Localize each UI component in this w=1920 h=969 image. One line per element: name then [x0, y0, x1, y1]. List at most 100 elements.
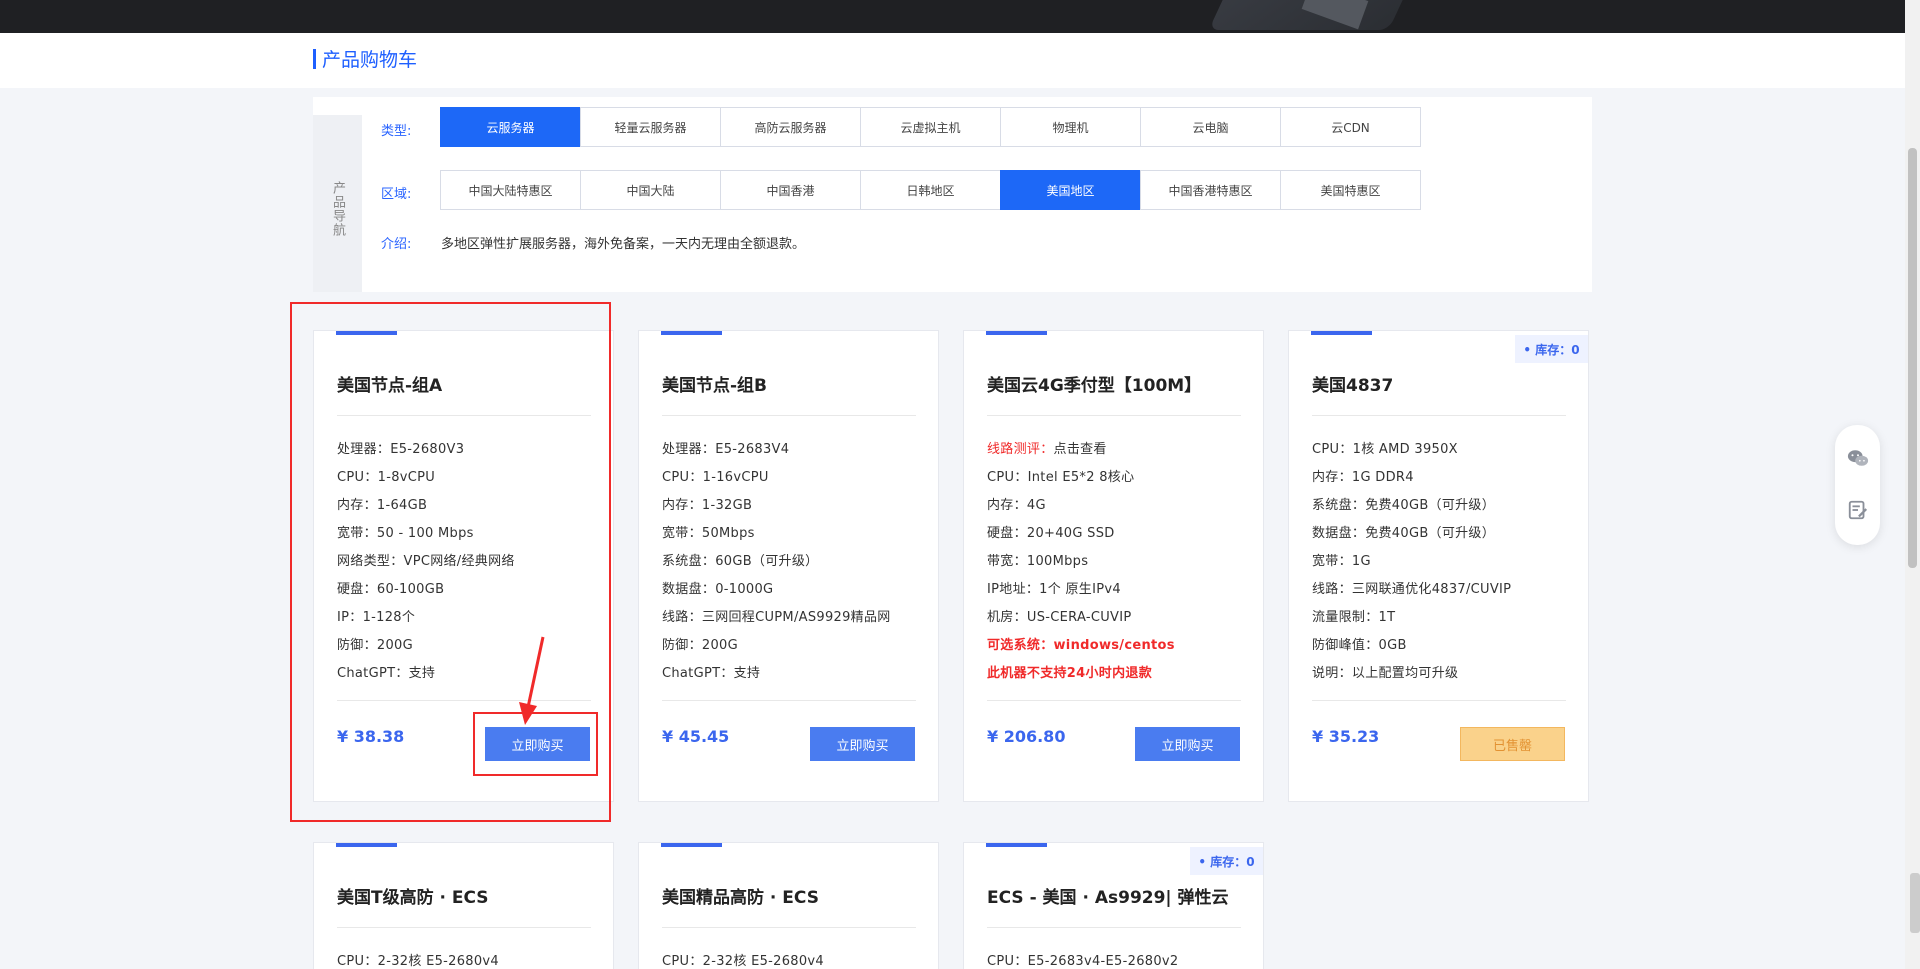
divider: [337, 927, 591, 928]
type-option[interactable]: 物理机: [1000, 107, 1141, 147]
divider: [987, 700, 1241, 701]
buy-now-button[interactable]: 立即购买: [485, 727, 590, 761]
spec-item: 网络类型：VPC网络/经典网络: [337, 554, 515, 569]
buy-now-button[interactable]: 立即购买: [1135, 727, 1240, 761]
spec-item: ChatGPT：支持: [662, 666, 761, 681]
spec-item: 流量限制：1T: [1312, 610, 1396, 625]
spec-item: CPU：1核 AMD 3950X: [1312, 442, 1458, 457]
spec-list: CPU：E5-2683v4-E5-2680v2: [987, 948, 1178, 969]
spec-item: CPU：1-8vCPU: [337, 470, 436, 485]
type-option[interactable]: 轻量云服务器: [580, 107, 721, 147]
spec-item: 系统盘：60GB（可升级）: [662, 554, 819, 569]
product-card: 美国节点-组A 处理器：E5-2680V3 CPU：1-8vCPU 内存：1-6…: [313, 330, 614, 802]
type-option[interactable]: 云虚拟主机: [860, 107, 1001, 147]
region-option[interactable]: 中国香港: [720, 170, 861, 210]
page-title: 产品购物车: [322, 49, 418, 71]
product-title: 美国4837: [1312, 376, 1394, 396]
card-accent-bar: [661, 843, 722, 847]
spec-list: 处理器：E5-2683V4 CPU：1-16vCPU 内存：1-32GB 宽带：…: [662, 436, 891, 688]
buy-now-button[interactable]: 立即购买: [810, 727, 915, 761]
divider: [662, 415, 916, 416]
spec-item: 系统盘：免费40GB（可升级）: [1312, 498, 1496, 513]
spec-item: CPU：1-16vCPU: [662, 470, 769, 485]
product-title: 美国精品高防 · ECS: [662, 888, 819, 908]
product-card: 美国节点-组B 处理器：E5-2683V4 CPU：1-16vCPU 内存：1-…: [638, 330, 939, 802]
spec-list: CPU：2-32核 E5-2680v4: [337, 948, 499, 969]
product-card: 美国T级高防 · ECS CPU：2-32核 E5-2680v4: [313, 842, 614, 969]
scrollbar-thumb[interactable]: [1908, 148, 1917, 568]
spec-item: CPU：2-32核 E5-2680v4: [662, 954, 824, 969]
region-options: 中国大陆特惠区 中国大陆 中国香港 日韩地区 美国地区 中国香港特惠区 美国特惠…: [440, 170, 1421, 210]
spec-list: CPU：1核 AMD 3950X 内存：1G DDR4 系统盘：免费40GB（可…: [1312, 436, 1511, 688]
divider: [662, 700, 916, 701]
type-option[interactable]: 云服务器: [440, 107, 581, 147]
spec-item: 防御峰值：0GB: [1312, 638, 1407, 653]
spec-item: 内存：1-64GB: [337, 498, 428, 513]
view-link[interactable]: 点击查看: [1054, 442, 1107, 457]
spec-item: 处理器：E5-2680V3: [337, 442, 465, 457]
spec-item-warning: 此机器不支持24小时内退款: [987, 666, 1152, 681]
divider: [662, 927, 916, 928]
type-options: 云服务器 轻量云服务器 高防云服务器 云虚拟主机 物理机 云电脑 云CDN: [440, 107, 1421, 147]
spec-item: 带宽：100Mbps: [987, 554, 1089, 569]
spec-item: 内存：4G: [987, 498, 1046, 513]
region-option[interactable]: 美国地区: [1000, 170, 1141, 210]
top-header-bar: [0, 0, 1905, 33]
side-handle[interactable]: [1910, 873, 1920, 933]
card-accent-bar: [986, 331, 1047, 335]
divider: [1312, 415, 1566, 416]
region-option[interactable]: 美国特惠区: [1280, 170, 1421, 210]
region-option[interactable]: 中国香港特惠区: [1140, 170, 1281, 210]
product-card: • 库存：0 美国4837 CPU：1核 AMD 3950X 内存：1G DDR…: [1288, 330, 1589, 802]
spec-item: 机房：US-CERA-CUVIP: [987, 610, 1132, 625]
type-option[interactable]: 高防云服务器: [720, 107, 861, 147]
divider: [1312, 700, 1566, 701]
title-marker: [313, 49, 316, 69]
type-option[interactable]: 云电脑: [1140, 107, 1281, 147]
product-card: 美国精品高防 · ECS CPU：2-32核 E5-2680v4: [638, 842, 939, 969]
product-title: ECS - 美国 · As9929| 弹性云: [987, 888, 1229, 908]
annotation-arrow-icon: [519, 636, 545, 725]
spec-item: CPU：2-32核 E5-2680v4: [337, 954, 499, 969]
spec-list: 线路测评：点击查看 CPU：Intel E5*2 8核心 内存：4G 硬盘：20…: [987, 436, 1175, 688]
card-accent-bar: [336, 843, 397, 847]
stock-badge: • 库存：0: [1515, 335, 1588, 363]
divider: [337, 415, 591, 416]
page-scrollbar[interactable]: [1905, 0, 1920, 969]
spec-item: 防御：200G: [662, 638, 738, 653]
spec-item: 宽带：50Mbps: [662, 526, 755, 541]
region-option[interactable]: 中国大陆特惠区: [440, 170, 581, 210]
type-label: 类型:: [381, 124, 412, 139]
region-option[interactable]: 中国大陆: [580, 170, 721, 210]
spec-list: CPU：2-32核 E5-2680v4: [662, 948, 824, 969]
product-nav-panel: 产品导航 类型: 云服务器 轻量云服务器 高防云服务器 云虚拟主机 物理机 云电…: [313, 97, 1592, 292]
spec-item: 线路：三网联通优化4837/CUVIP: [1312, 582, 1512, 597]
spec-item: 硬盘：20+40G SSD: [987, 526, 1115, 541]
spec-item: 防御：200G: [337, 638, 413, 653]
spec-item: CPU：E5-2683v4-E5-2680v2: [987, 954, 1179, 969]
nav-side-tab: 产品导航: [313, 115, 362, 292]
nav-side-label: 产品导航: [330, 181, 345, 237]
card-accent-bar: [986, 843, 1047, 847]
region-option[interactable]: 日韩地区: [860, 170, 1001, 210]
spec-item: 数据盘：0-1000G: [662, 582, 774, 597]
stock-badge: • 库存：0: [1190, 847, 1263, 875]
price: ¥ 206.80: [987, 727, 1066, 746]
spec-item: 数据盘：免费40GB（可升级）: [1312, 526, 1496, 541]
card-accent-bar: [661, 331, 722, 335]
spec-item: 宽带：50 - 100 Mbps: [337, 526, 474, 541]
spec-item: 说明：以上配置均可升级: [1312, 666, 1459, 681]
spec-item: 线路：三网回程CUPM/AS9929精品网: [662, 610, 891, 625]
spec-item: 处理器：E5-2683V4: [662, 442, 790, 457]
product-card: • 库存：0 ECS - 美国 · As9929| 弹性云 CPU：E5-268…: [963, 842, 1264, 969]
edit-note-icon[interactable]: [1847, 499, 1869, 521]
type-option[interactable]: 云CDN: [1280, 107, 1421, 147]
sold-out-button[interactable]: 已售罄: [1460, 727, 1565, 761]
wechat-icon[interactable]: [1847, 447, 1869, 469]
product-title: 美国T级高防 · ECS: [337, 888, 489, 908]
spec-item: 宽带：1G: [1312, 554, 1371, 569]
intro-label: 介绍:: [381, 237, 412, 252]
spec-item: 内存：1-32GB: [662, 498, 753, 513]
spec-item: IP地址：1个 原生IPv4: [987, 582, 1121, 597]
region-label: 区域:: [381, 187, 412, 202]
